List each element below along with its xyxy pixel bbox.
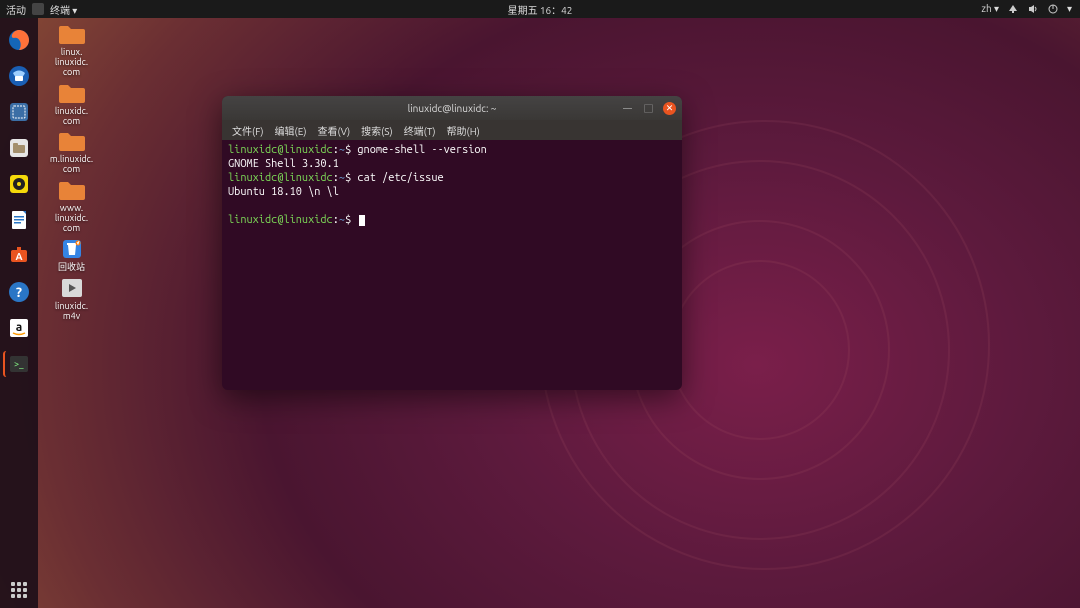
svg-text:?: ? <box>16 284 22 300</box>
network-icon[interactable] <box>1007 3 1019 15</box>
desktop-icon-label: 回收站 <box>44 263 99 273</box>
desktop-icon-label: m.linuxidc. com <box>44 155 99 175</box>
desktop-folder[interactable]: www. linuxidc. com <box>44 178 99 234</box>
desktop-trash[interactable]: 回收站 <box>44 237 99 273</box>
window-maximize-button[interactable]: ▢ <box>642 102 655 115</box>
window-minimize-button[interactable]: — <box>621 102 634 115</box>
menu-edit[interactable]: 编辑(E) <box>271 121 311 140</box>
terminal-window[interactable]: linuxidc@linuxidc: ~ — ▢ ✕ 文件(F) 编辑(E) 查… <box>222 96 682 390</box>
svg-text:A: A <box>15 251 22 262</box>
menu-search[interactable]: 搜索(S) <box>357 121 397 140</box>
desktop-folder[interactable]: linuxidc. com <box>44 81 99 127</box>
desktop-icon-label: www. linuxidc. com <box>44 204 99 234</box>
power-icon[interactable] <box>1047 3 1059 15</box>
menu-terminal[interactable]: 终端(T) <box>400 121 440 140</box>
svg-text:>_: >_ <box>14 359 24 369</box>
input-method-indicator[interactable]: zh ▾ <box>981 3 999 15</box>
dock: A ? a >_ <box>0 18 38 608</box>
chevron-down-icon[interactable]: ▾ <box>1067 3 1072 15</box>
active-app-icon <box>32 3 44 15</box>
menu-help[interactable]: 帮助(H) <box>443 121 484 140</box>
desktop-folder[interactable]: linux. linuxidc. com <box>44 22 99 78</box>
desktop-icon-label: linux. linuxidc. com <box>44 48 99 78</box>
volume-icon[interactable] <box>1027 3 1039 15</box>
desktop-icons: linux. linuxidc. com linuxidc. com m.lin… <box>44 22 99 325</box>
active-app-menu[interactable]: 终端 ▾ <box>50 2 77 17</box>
firefox-icon[interactable] <box>5 26 33 54</box>
terminal-menubar: 文件(F) 编辑(E) 查看(V) 搜索(S) 终端(T) 帮助(H) <box>222 120 682 140</box>
terminal-icon[interactable]: >_ <box>5 350 33 378</box>
ubuntu-software-icon[interactable]: A <box>5 242 33 270</box>
files-icon[interactable] <box>5 134 33 162</box>
clock[interactable]: 星期五 16：42 <box>508 2 573 17</box>
screenshot-icon[interactable] <box>5 98 33 126</box>
top-bar: 活动 终端 ▾ 星期五 16：42 zh ▾ ▾ <box>0 0 1080 18</box>
desktop-folder[interactable]: m.linuxidc. com <box>44 129 99 175</box>
help-icon[interactable]: ? <box>5 278 33 306</box>
window-close-button[interactable]: ✕ <box>663 102 676 115</box>
thunderbird-icon[interactable] <box>5 62 33 90</box>
menu-file[interactable]: 文件(F) <box>228 121 268 140</box>
svg-text:a: a <box>16 321 23 334</box>
rhythmbox-icon[interactable] <box>5 170 33 198</box>
desktop-icon-label: linuxidc. m4v <box>44 302 99 322</box>
window-title: linuxidc@linuxidc: ~ <box>408 103 497 114</box>
desktop-video-file[interactable]: linuxidc. m4v <box>44 276 99 322</box>
libreoffice-writer-icon[interactable] <box>5 206 33 234</box>
menu-view[interactable]: 查看(V) <box>313 121 354 140</box>
terminal-body[interactable]: linuxidc@linuxidc:~$ gnome-shell --versi… <box>222 140 682 390</box>
show-applications-button[interactable] <box>11 582 27 598</box>
desktop-icon-label: linuxidc. com <box>44 107 99 127</box>
activities-button[interactable]: 活动 <box>6 2 26 17</box>
amazon-icon[interactable]: a <box>5 314 33 342</box>
window-titlebar[interactable]: linuxidc@linuxidc: ~ — ▢ ✕ <box>222 96 682 120</box>
